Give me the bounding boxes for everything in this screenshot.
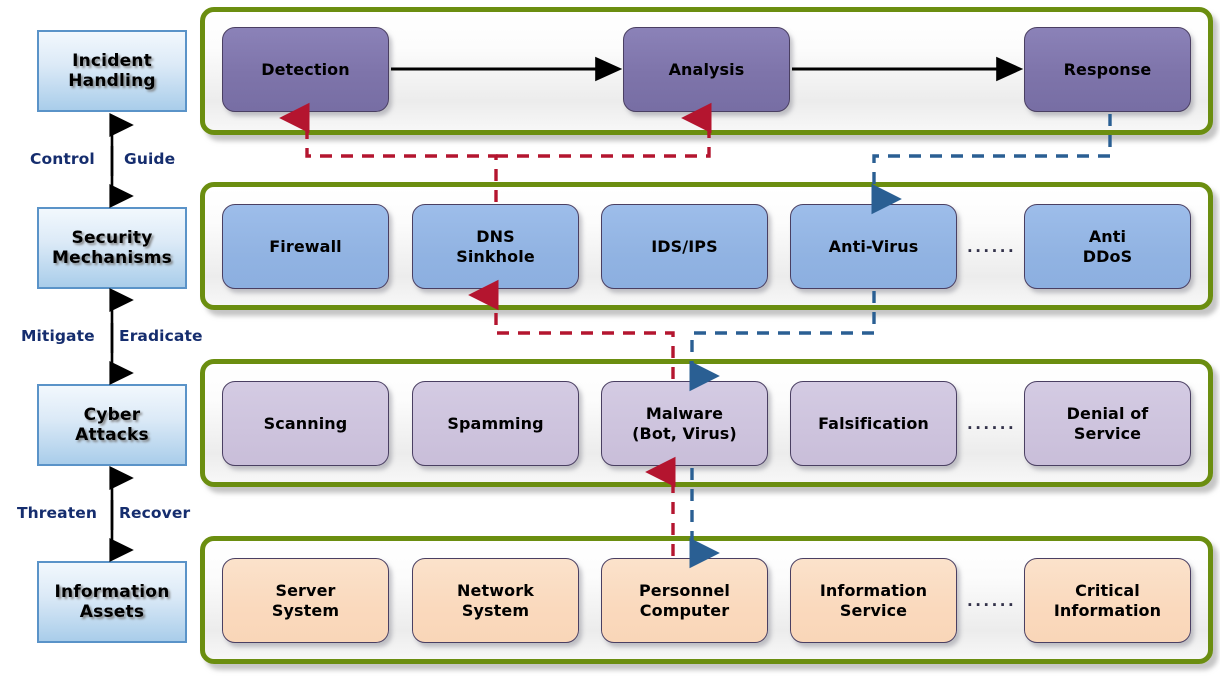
node-label: Network System — [457, 581, 534, 620]
node-spamming[interactable]: Spamming — [412, 381, 579, 466]
node-label: Malware (Bot, Virus) — [632, 404, 737, 443]
node-label: Information Service — [819, 581, 928, 620]
node-personnel-computer[interactable]: Personnel Computer — [601, 558, 768, 643]
node-label: Anti DDoS — [1082, 227, 1133, 266]
node-label: Analysis — [668, 59, 745, 79]
node-label: DNS Sinkhole — [456, 227, 535, 266]
left-box-cyber-attacks[interactable]: Cyber Attacks — [37, 384, 187, 466]
node-analysis[interactable]: Analysis — [623, 27, 790, 112]
connector-label-eradicate: Eradicate — [119, 327, 203, 345]
node-information-service[interactable]: Information Service — [790, 558, 957, 643]
node-malware[interactable]: Malware (Bot, Virus) — [601, 381, 768, 466]
node-ids-ips[interactable]: IDS/IPS — [601, 204, 768, 289]
left-box-label: Incident Handling — [68, 50, 156, 91]
node-firewall[interactable]: Firewall — [222, 204, 389, 289]
node-label: IDS/IPS — [651, 236, 718, 256]
node-label: Denial of Service — [1066, 404, 1149, 443]
node-falsification[interactable]: Falsification — [790, 381, 957, 466]
node-label: Critical Information — [1053, 581, 1162, 620]
node-label: Server System — [271, 581, 340, 620]
connector-label-guide: Guide — [124, 150, 176, 168]
left-box-label: Cyber Attacks — [75, 404, 149, 445]
connector-label-threaten: Threaten — [17, 504, 97, 522]
left-box-security-mechanisms[interactable]: Security Mechanisms — [37, 207, 187, 289]
node-detection[interactable]: Detection — [222, 27, 389, 112]
left-box-label: Information Assets — [54, 581, 170, 622]
node-network-system[interactable]: Network System — [412, 558, 579, 643]
connector-label-mitigate: Mitigate — [21, 327, 95, 345]
node-label: Anti-Virus — [828, 236, 919, 256]
node-label: Falsification — [818, 413, 929, 433]
node-anti-ddos[interactable]: Anti DDoS — [1024, 204, 1191, 289]
connector-label-recover: Recover — [119, 504, 191, 522]
node-denial-of-service[interactable]: Denial of Service — [1024, 381, 1191, 466]
left-box-information-assets[interactable]: Information Assets — [37, 561, 187, 643]
ellipsis-security-mechanisms: ...... — [967, 238, 1017, 256]
diagram-canvas: Incident Handling Security Mechanisms Cybe… — [0, 0, 1220, 681]
left-box-label: Security Mechanisms — [52, 227, 172, 268]
node-critical-information[interactable]: Critical Information — [1024, 558, 1191, 643]
ellipsis-information-assets: ...... — [967, 592, 1017, 610]
node-server-system[interactable]: Server System — [222, 558, 389, 643]
node-label: Scanning — [263, 413, 348, 433]
node-scanning[interactable]: Scanning — [222, 381, 389, 466]
node-label: Response — [1063, 59, 1152, 79]
node-dns-sinkhole[interactable]: DNS Sinkhole — [412, 204, 579, 289]
node-anti-virus[interactable]: Anti-Virus — [790, 204, 957, 289]
ellipsis-cyber-attacks: ...... — [967, 415, 1017, 433]
node-label: Detection — [261, 59, 350, 79]
connector-label-control: Control — [30, 150, 95, 168]
node-response[interactable]: Response — [1024, 27, 1191, 112]
left-box-incident-handling[interactable]: Incident Handling — [37, 30, 187, 112]
node-label: Personnel Computer — [638, 581, 730, 620]
node-label: Spamming — [447, 413, 544, 433]
node-label: Firewall — [269, 236, 342, 256]
